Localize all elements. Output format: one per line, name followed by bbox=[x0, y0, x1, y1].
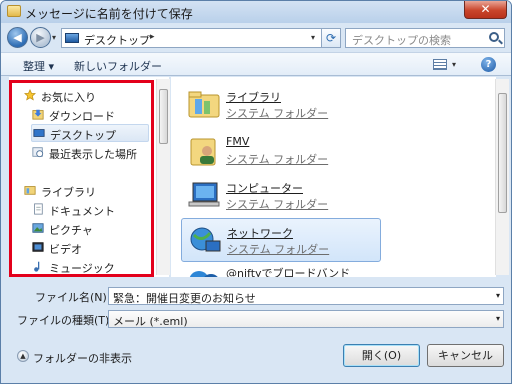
file-name: ネットワーク bbox=[227, 227, 293, 240]
filetype-select[interactable]: メール (*.eml) ▾ bbox=[108, 310, 504, 328]
file-list-scrollbar-thumb[interactable] bbox=[498, 93, 507, 213]
filename-field[interactable]: 緊急：開催日変更のお知らせ ▾ bbox=[108, 287, 504, 305]
file-name: ライブラリ bbox=[226, 91, 281, 104]
breadcrumb-chevron-icon[interactable]: ▸ bbox=[150, 32, 155, 42]
open-button[interactable]: 開く(O) bbox=[343, 344, 420, 367]
file-type: システム フォルダー bbox=[227, 243, 330, 256]
title-bar: メッセージに名前を付けて保存 ✕ bbox=[1, 1, 511, 23]
library-folder-icon bbox=[188, 91, 220, 118]
filename-label: ファイル名(N): bbox=[35, 291, 111, 304]
file-item[interactable]: コンピューター システム フォルダー bbox=[181, 174, 381, 218]
address-location[interactable]: デスクトップ bbox=[84, 32, 150, 48]
search-input[interactable]: デスクトップの検索 bbox=[345, 28, 505, 48]
desktop-icon bbox=[65, 33, 79, 43]
view-options-icon[interactable] bbox=[433, 59, 447, 70]
file-type: システム フォルダー bbox=[226, 153, 329, 166]
back-button[interactable]: ◀ bbox=[7, 27, 28, 48]
computer-icon bbox=[188, 182, 220, 207]
file-item[interactable]: ネットワーク システム フォルダー bbox=[181, 218, 381, 262]
hide-folders-label: フォルダーの非表示 bbox=[33, 352, 132, 365]
filetype-label: ファイルの種類(T): bbox=[17, 314, 114, 327]
save-dialog: メッセージに名前を付けて保存 ✕ ◀ ▶ ▾ デスクトップ ▸ ▾ ⟳ デスクト… bbox=[0, 0, 512, 384]
refresh-icon: ⟳ bbox=[325, 31, 337, 45]
forward-button[interactable]: ▶ bbox=[30, 27, 51, 48]
file-item[interactable]: @niftyでブロードバンド bbox=[181, 263, 381, 277]
search-placeholder: デスクトップの検索 bbox=[352, 34, 451, 47]
highlight-box bbox=[9, 80, 154, 277]
chevron-down-icon[interactable]: ▾ bbox=[496, 314, 500, 323]
file-type: システム フォルダー bbox=[226, 198, 329, 211]
nifty-shortcut-icon bbox=[189, 271, 218, 277]
file-name: FMV bbox=[226, 135, 250, 148]
nav-scrollbar-thumb[interactable] bbox=[159, 89, 168, 144]
nav-scrollbar[interactable] bbox=[156, 79, 170, 275]
organize-menu[interactable]: 整理 ▾ bbox=[23, 58, 54, 74]
chevron-up-icon: ▲ bbox=[17, 350, 29, 362]
chevron-down-icon[interactable]: ▾ bbox=[496, 291, 500, 300]
save-icon bbox=[7, 5, 21, 17]
new-folder-button[interactable]: 新しいフォルダー bbox=[74, 58, 162, 74]
user-folder-icon bbox=[190, 138, 216, 166]
window-title: メッセージに名前を付けて保存 bbox=[25, 7, 193, 21]
search-icon[interactable] bbox=[489, 32, 499, 42]
file-name: コンピューター bbox=[226, 182, 303, 195]
help-button[interactable]: ? bbox=[481, 57, 496, 72]
filetype-value: メール (*.eml) bbox=[113, 315, 188, 328]
network-icon bbox=[190, 227, 221, 252]
cancel-button[interactable]: キャンセル bbox=[427, 344, 504, 367]
view-dropdown[interactable]: ▾ bbox=[452, 60, 456, 69]
file-name: @niftyでブロードバンド bbox=[226, 267, 351, 277]
close-button[interactable]: ✕ bbox=[464, 1, 507, 19]
file-type: システム フォルダー bbox=[226, 107, 329, 120]
file-item[interactable]: FMV システム フォルダー bbox=[181, 129, 381, 173]
address-dropdown[interactable]: ▾ bbox=[306, 29, 320, 47]
toolbar: 整理 ▾ 新しいフォルダー ▾ ? bbox=[1, 52, 511, 76]
address-bar[interactable]: デスクトップ ▸ bbox=[61, 28, 331, 48]
recent-pages-dropdown[interactable]: ▾ bbox=[52, 33, 56, 42]
file-item[interactable]: ライブラリ システム フォルダー bbox=[181, 83, 381, 127]
filename-value[interactable]: 緊急：開催日変更のお知らせ bbox=[113, 290, 256, 306]
refresh-button[interactable]: ⟳ bbox=[321, 28, 341, 48]
file-list-scrollbar[interactable] bbox=[495, 79, 509, 275]
